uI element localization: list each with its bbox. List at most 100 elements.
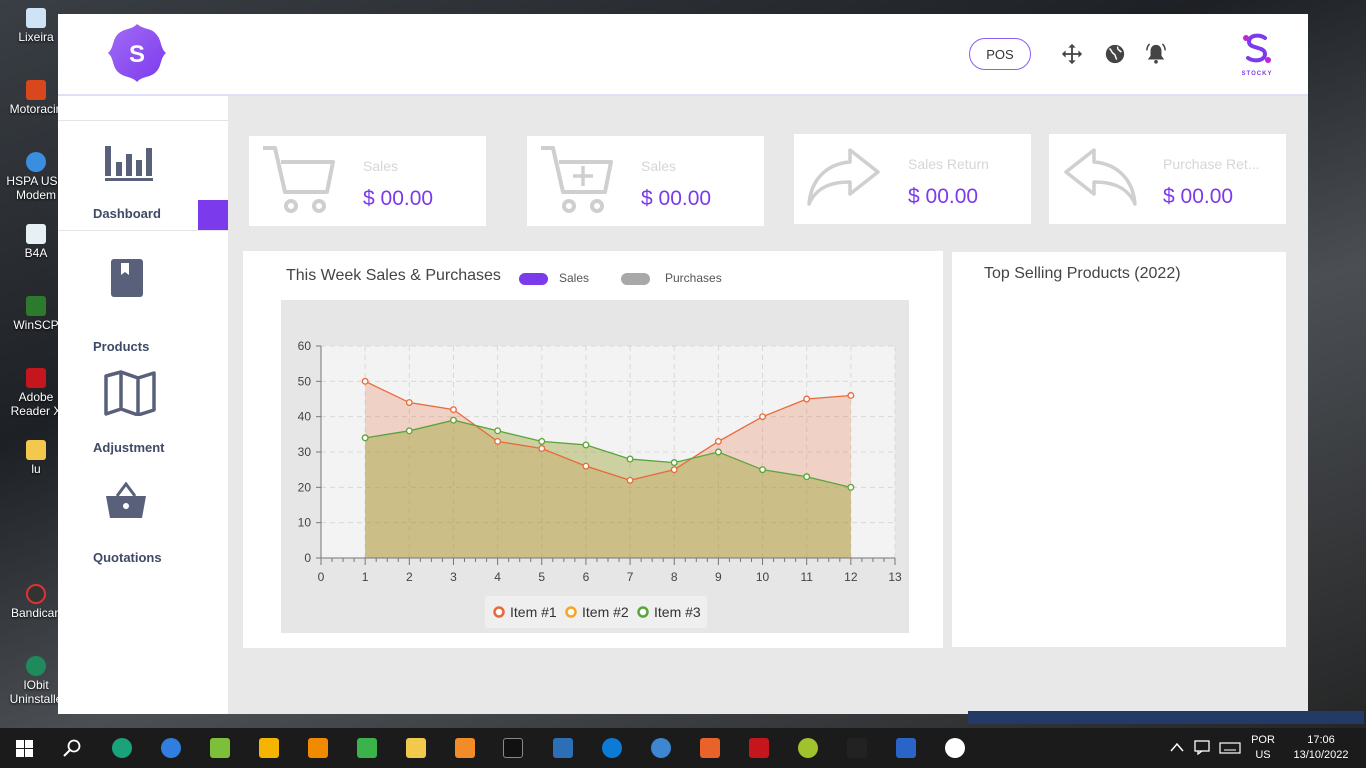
keyboard-icon[interactable] <box>1219 742 1241 754</box>
legend-marker-icon <box>565 606 577 618</box>
data-point <box>582 441 590 449</box>
clock[interactable]: 17:06 13/10/2022 <box>1286 733 1356 763</box>
search-icon[interactable] <box>63 739 81 757</box>
data-point <box>538 437 546 445</box>
x-tick-label: 7 <box>627 570 634 584</box>
globe-icon[interactable] <box>1104 43 1126 65</box>
stat-card-purchase-return[interactable]: Purchase Ret... $ 00.00 <box>1049 134 1286 224</box>
stocky-brand-text: STOCKY <box>1241 71 1273 77</box>
input-language[interactable]: POR US <box>1246 733 1280 763</box>
sublime-icon[interactable] <box>455 738 475 758</box>
legend-purchases-swatch[interactable] <box>621 273 650 285</box>
terminal-icon[interactable] <box>503 738 523 758</box>
game-icon <box>26 80 46 100</box>
stocky-brand[interactable]: STOCKY <box>1236 32 1278 77</box>
sidebar-item-products[interactable]: Products <box>58 246 228 354</box>
top-selling-title: Top Selling Products (2022) <box>984 265 1181 282</box>
cart-icon <box>263 146 335 213</box>
data-point <box>714 448 722 456</box>
browser-icon[interactable] <box>651 738 671 758</box>
legend-sales-swatch[interactable] <box>519 273 548 285</box>
legend-marker-icon <box>637 606 649 618</box>
desktop-icon-label: B4A <box>24 246 48 260</box>
b4a-icon <box>26 224 46 244</box>
folder-icon[interactable] <box>406 738 426 758</box>
stat-card-sales-2[interactable]: Sales $ 00.00 <box>527 136 764 226</box>
x-tick-label: 9 <box>715 570 722 584</box>
legend-sales-label: Sales <box>559 271 590 285</box>
pos-button[interactable]: POS <box>969 38 1031 70</box>
data-point <box>759 466 766 474</box>
chart-title: This Week Sales & Purchases <box>286 267 501 284</box>
legend-label: Item #1 <box>510 604 557 620</box>
chameleon-icon[interactable] <box>798 738 818 758</box>
data-point <box>450 416 457 424</box>
desktop-icon-label: lu <box>31 462 41 476</box>
jetbrains-icon[interactable] <box>847 738 867 758</box>
message-icon[interactable] <box>1194 740 1210 755</box>
bar-chart-icon <box>105 146 153 181</box>
bluetooth-app-icon[interactable] <box>896 738 916 758</box>
recycle-bin-icon <box>26 8 46 28</box>
y-tick-label: 60 <box>298 339 312 353</box>
app-u-icon[interactable] <box>112 738 132 758</box>
folder-icon <box>26 440 46 460</box>
zoom-app-icon[interactable] <box>945 738 965 758</box>
stat-value: $ 00.00 <box>363 187 434 210</box>
desktop-icon-label: Motoracin <box>9 102 63 116</box>
shield-icon[interactable] <box>553 738 573 758</box>
vlc-icon[interactable] <box>308 738 328 758</box>
bell-icon[interactable] <box>1145 43 1167 65</box>
y-tick-label: 40 <box>298 410 312 424</box>
data-point <box>450 406 457 414</box>
x-tick-label: 5 <box>538 570 545 584</box>
sidebar-item-adjustment[interactable]: Adjustment <box>58 366 228 466</box>
stat-card-sales[interactable]: Sales $ 00.00 <box>249 136 486 226</box>
clock-date: 13/10/2022 <box>1293 749 1349 761</box>
app-logo[interactable]: S <box>106 22 168 84</box>
stat-caption: Sales <box>363 158 399 174</box>
x-tick-label: 10 <box>756 570 770 584</box>
chevron-up-icon[interactable] <box>1170 742 1184 752</box>
aimp-icon[interactable] <box>259 738 279 758</box>
stocky-app-window: S POS STOCKY Dashboard Products Adjustme… <box>58 14 1308 714</box>
layout-code: US <box>1255 749 1271 761</box>
xampp-icon[interactable] <box>700 738 720 758</box>
firefox-icon[interactable] <box>161 738 181 758</box>
sidebar-item-label: Dashboard <box>93 206 161 221</box>
top-selling-panel: Top Selling Products (2022) <box>952 252 1286 647</box>
android-icon[interactable] <box>357 738 377 758</box>
sidebar-item-quotations[interactable]: Quotations <box>58 476 228 576</box>
x-tick-label: 6 <box>583 570 590 584</box>
y-tick-label: 50 <box>298 374 312 388</box>
data-point <box>538 445 546 452</box>
sidebar-item-label: Quotations <box>93 550 162 565</box>
edge-icon[interactable] <box>602 738 622 758</box>
winscp-icon <box>26 296 46 316</box>
weekly-chart-panel: This Week Sales & Purchases Sales Purcha… <box>243 251 943 648</box>
data-point <box>803 395 811 403</box>
data-point <box>582 462 590 470</box>
data-point <box>405 399 413 406</box>
data-point <box>670 466 678 474</box>
legend-marker-icon <box>493 606 505 618</box>
windows-start-icon[interactable] <box>16 740 33 757</box>
stat-card-sales-return[interactable]: Sales Return $ 00.00 <box>794 134 1031 224</box>
lang-code: POR <box>1251 734 1275 746</box>
share-arrow-icon <box>807 148 880 206</box>
data-point <box>361 434 369 442</box>
desktop-icon-label: HSPA USB Modem <box>6 174 66 202</box>
pdf-icon[interactable] <box>749 738 769 758</box>
stocky-logo-icon <box>1243 33 1271 63</box>
clover-icon[interactable] <box>210 738 230 758</box>
x-tick-label: 13 <box>888 570 902 584</box>
legend-label: Item #2 <box>582 604 629 620</box>
cart-plus-icon <box>541 146 613 213</box>
media-toolbar[interactable] <box>968 711 1364 724</box>
desktop-icon-label: Lixeira <box>18 30 54 44</box>
x-tick-label: 0 <box>318 570 325 584</box>
top-bar: S POS STOCKY <box>58 14 1308 96</box>
logo-letter: S <box>129 41 145 68</box>
move-arrows-icon[interactable] <box>1061 43 1083 65</box>
desktop-icon-label: WinSCP <box>13 318 59 332</box>
